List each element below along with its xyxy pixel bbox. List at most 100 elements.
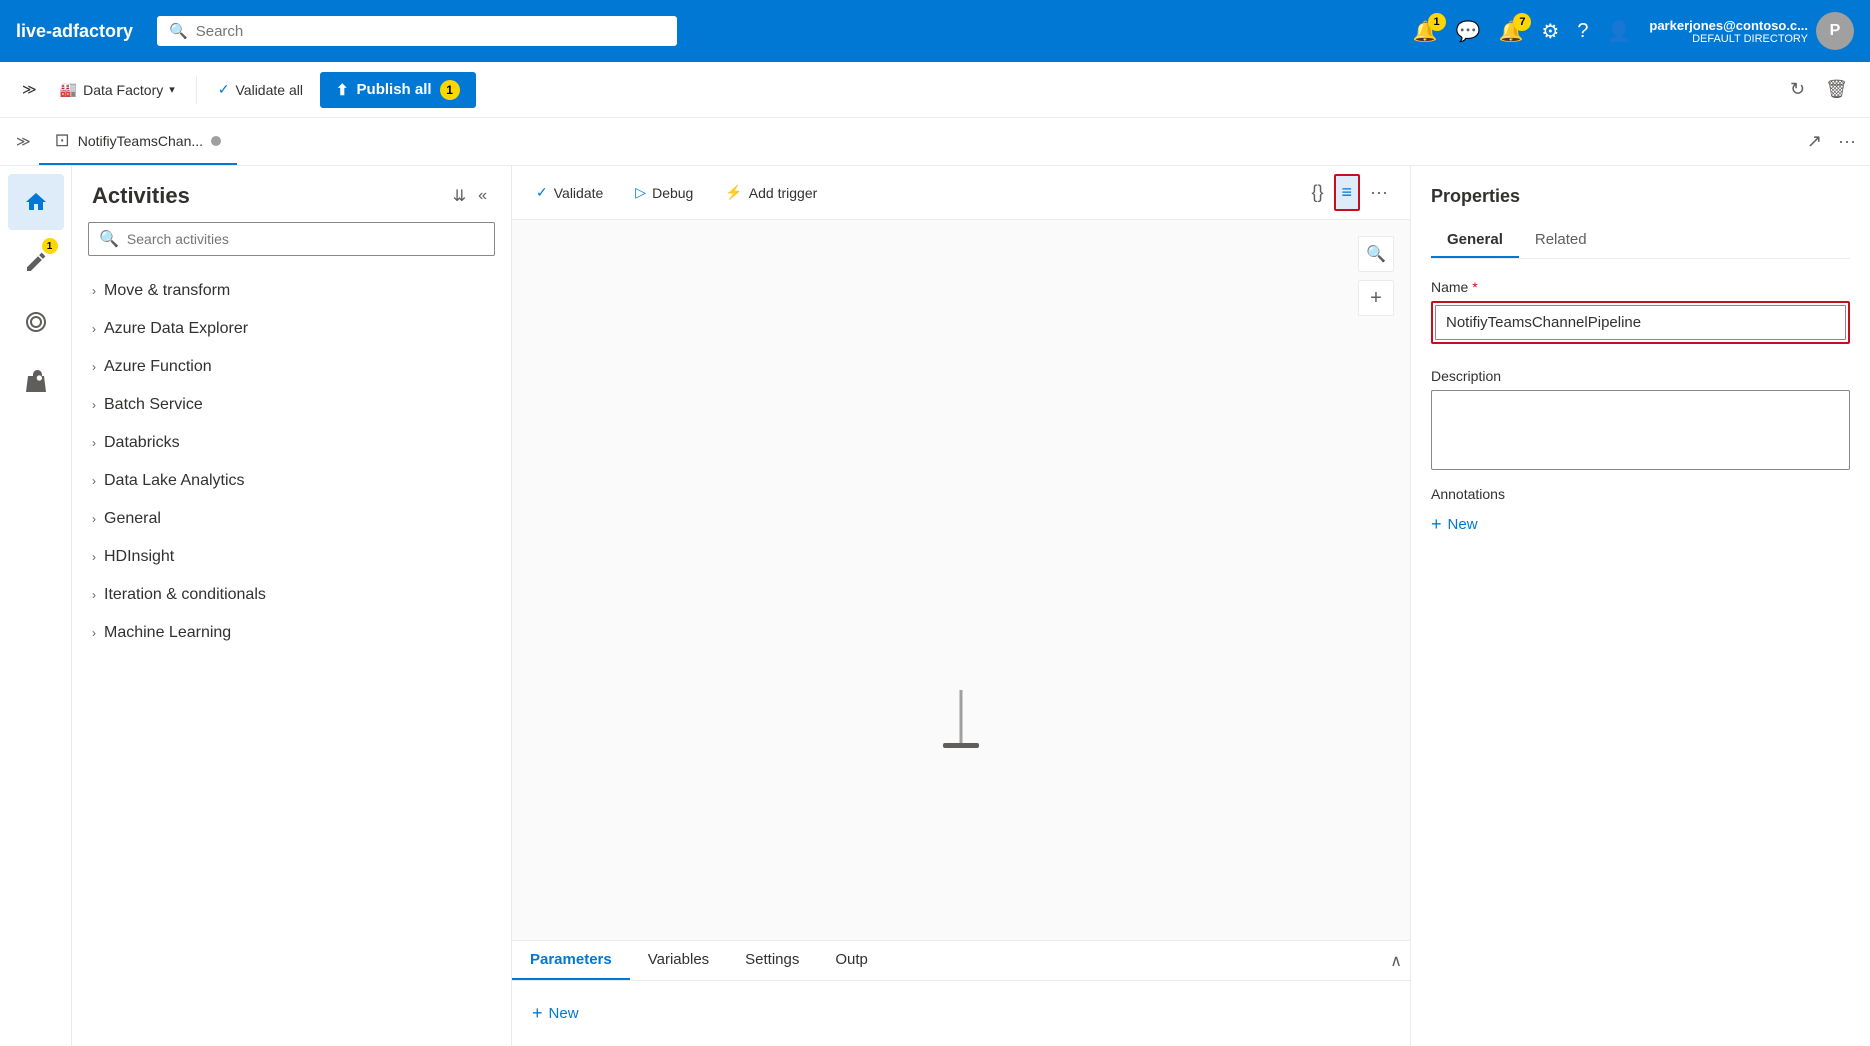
code-icon: {} bbox=[1311, 182, 1323, 202]
search-box[interactable]: 🔍 bbox=[157, 16, 677, 46]
publish-badge: 1 bbox=[440, 80, 460, 100]
upload-icon: ⬆ bbox=[336, 81, 349, 99]
debug-label: Debug bbox=[652, 185, 693, 201]
code-button[interactable]: {} bbox=[1305, 174, 1329, 211]
properties-panel-button[interactable]: ≡ bbox=[1334, 174, 1361, 211]
tab-settings[interactable]: Settings bbox=[727, 941, 817, 980]
category-label: Move & transform bbox=[104, 282, 230, 300]
tab-bar: ≫ ⊡ NotifiyTeamsChan... ↗ ··· bbox=[0, 118, 1870, 166]
validate-all-button[interactable]: ✓ Validate all bbox=[205, 74, 316, 105]
chat-button[interactable]: 💬 bbox=[1456, 19, 1481, 44]
sidebar-manage-button[interactable] bbox=[8, 354, 64, 410]
magnify-icon: 🔍 bbox=[1366, 244, 1386, 264]
sidebar-home-button[interactable] bbox=[8, 174, 64, 230]
user-profile[interactable]: parkerjones@contoso.c... DEFAULT DIRECTO… bbox=[1649, 12, 1854, 50]
more-options-canvas-button[interactable]: ··· bbox=[1364, 174, 1394, 211]
refresh-button[interactable]: ↻ bbox=[1784, 73, 1811, 106]
gear-icon: ⚙ bbox=[1541, 19, 1559, 44]
sidebar-monitor-button[interactable] bbox=[8, 294, 64, 350]
settings-button[interactable]: ⚙ bbox=[1541, 19, 1559, 44]
new-parameter-button[interactable]: + New bbox=[532, 997, 579, 1030]
add-trigger-button[interactable]: ⚡ Add trigger bbox=[717, 178, 825, 207]
avatar: P bbox=[1816, 12, 1854, 50]
notification-badge: 1 bbox=[1428, 13, 1446, 31]
alerts-button[interactable]: 🔔 7 bbox=[1499, 19, 1524, 44]
publish-all-button[interactable]: ⬆ Publish all 1 bbox=[320, 72, 476, 108]
data-factory-button[interactable]: 🏭 Data Factory ▾ bbox=[47, 74, 188, 105]
collapse-panel-button[interactable]: « bbox=[474, 182, 491, 210]
chat-icon: 💬 bbox=[1456, 19, 1481, 44]
collapse-sidebar-button[interactable]: ≫ bbox=[8, 129, 39, 154]
properties-icon: ≡ bbox=[1342, 182, 1353, 202]
chevron-right-icon: › bbox=[92, 512, 96, 526]
category-databricks[interactable]: › Databricks bbox=[72, 424, 511, 462]
category-hdinsight[interactable]: › HDInsight bbox=[72, 538, 511, 576]
search-icon: 🔍 bbox=[99, 229, 119, 249]
top-nav-icons: 🔔 1 💬 🔔 7 ⚙ ? 👤 parkerjones@contoso.c...… bbox=[1413, 12, 1854, 50]
new-annotation-button[interactable]: + New bbox=[1431, 510, 1850, 539]
tab-modified-dot bbox=[211, 136, 221, 146]
tab-parameters[interactable]: Parameters bbox=[512, 941, 630, 980]
pipeline-tab[interactable]: ⊡ NotifiyTeamsChan... bbox=[39, 118, 237, 165]
search-input[interactable] bbox=[196, 23, 665, 40]
category-batch-service[interactable]: › Batch Service bbox=[72, 386, 511, 424]
chevron-right-icon: › bbox=[92, 588, 96, 602]
variables-tab-label: Variables bbox=[648, 951, 709, 968]
collapse-all-button[interactable]: ⇊ bbox=[449, 182, 470, 210]
category-general[interactable]: › General bbox=[72, 500, 511, 538]
home-icon bbox=[24, 190, 48, 214]
more-options-button[interactable]: ··· bbox=[1832, 125, 1862, 158]
canvas-search-button[interactable]: 🔍 bbox=[1358, 236, 1394, 272]
category-azure-function[interactable]: › Azure Function bbox=[72, 348, 511, 386]
tab-variables[interactable]: Variables bbox=[630, 941, 727, 980]
plus-icon: + bbox=[1370, 287, 1382, 310]
name-input[interactable] bbox=[1435, 305, 1846, 340]
feedback-button[interactable]: 👤 bbox=[1606, 19, 1631, 44]
add-trigger-label: Add trigger bbox=[749, 185, 817, 201]
category-move-transform[interactable]: › Move & transform bbox=[72, 272, 511, 310]
chevron-right-icon: › bbox=[92, 360, 96, 374]
expand-icon: ↗ bbox=[1807, 131, 1822, 151]
debug-button[interactable]: ▷ Debug bbox=[627, 178, 701, 207]
collapse-bottom-button[interactable]: ∧ bbox=[1382, 943, 1410, 979]
collapse-all-icon: ⇊ bbox=[453, 188, 466, 205]
checkmark-icon: ✓ bbox=[536, 184, 548, 201]
tab-related[interactable]: Related bbox=[1519, 223, 1603, 258]
chevron-right-icon: › bbox=[92, 398, 96, 412]
tab-output[interactable]: Outp bbox=[817, 941, 886, 980]
chevron-right-icon: › bbox=[92, 550, 96, 564]
description-textarea[interactable] bbox=[1431, 390, 1850, 470]
validate-icon: ✓ bbox=[218, 81, 230, 98]
activities-search-input[interactable] bbox=[127, 231, 484, 247]
validate-button[interactable]: ✓ Validate bbox=[528, 178, 611, 207]
category-iteration-conditionals[interactable]: › Iteration & conditionals bbox=[72, 576, 511, 614]
parameters-tab-label: Parameters bbox=[530, 951, 612, 968]
settings-tab-label: Settings bbox=[745, 951, 799, 968]
canvas-add-button[interactable]: + bbox=[1358, 280, 1394, 316]
chevron-right-icon: › bbox=[92, 284, 96, 298]
collapse-nav-button[interactable]: ≫ bbox=[16, 77, 43, 102]
category-data-lake-analytics[interactable]: › Data Lake Analytics bbox=[72, 462, 511, 500]
category-label: Batch Service bbox=[104, 396, 203, 414]
description-label: Description bbox=[1431, 368, 1850, 384]
secondary-toolbar: ≫ 🏭 Data Factory ▾ ✓ Validate all ⬆ Publ… bbox=[0, 62, 1870, 118]
refresh-icon: ↻ bbox=[1790, 79, 1805, 99]
sidebar-author-button[interactable]: 1 bbox=[8, 234, 64, 290]
tab-general[interactable]: General bbox=[1431, 223, 1519, 258]
category-machine-learning[interactable]: › Machine Learning bbox=[72, 614, 511, 652]
discard-button[interactable]: 🗑 bbox=[1819, 73, 1854, 106]
activities-search-box[interactable]: 🔍 bbox=[88, 222, 495, 256]
category-label: Databricks bbox=[104, 434, 180, 452]
icon-sidebar: 1 bbox=[0, 166, 72, 1046]
notifications-button[interactable]: 🔔 1 bbox=[1413, 19, 1438, 44]
properties-tabs: General Related bbox=[1431, 223, 1850, 259]
new-annotation-label: New bbox=[1448, 516, 1478, 533]
help-button[interactable]: ? bbox=[1577, 20, 1588, 43]
alert-badge: 7 bbox=[1513, 13, 1531, 31]
category-azure-data-explorer[interactable]: › Azure Data Explorer bbox=[72, 310, 511, 348]
properties-panel: Properties General Related Name * Descri… bbox=[1410, 166, 1870, 1046]
expand-icon-button[interactable]: ↗ bbox=[1801, 125, 1828, 158]
plus-icon: + bbox=[1431, 514, 1442, 535]
validate-label: Validate bbox=[554, 185, 604, 201]
activity-categories-list: › Move & transform › Azure Data Explorer… bbox=[72, 272, 511, 652]
